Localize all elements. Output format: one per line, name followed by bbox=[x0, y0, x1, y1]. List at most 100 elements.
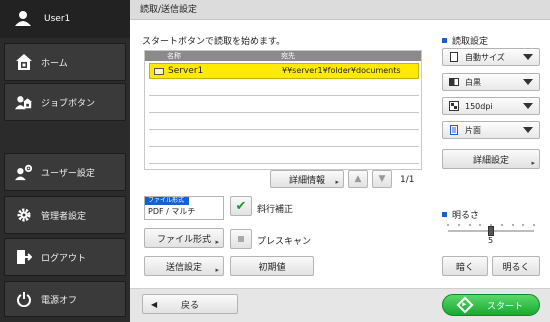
start-button[interactable]: スタート bbox=[442, 294, 540, 316]
sidebar-item-label: ホーム bbox=[41, 58, 68, 69]
start-icon bbox=[456, 296, 474, 314]
row-destination: ¥¥server1¥folder¥documents bbox=[282, 66, 401, 75]
skew-correction-label: 斜行補正 bbox=[257, 205, 294, 215]
user-name: User1 bbox=[44, 14, 71, 24]
reset-defaults-button[interactable]: 初期値 bbox=[230, 256, 314, 276]
brightness-slider[interactable]: 5 bbox=[442, 222, 540, 246]
file-format-button[interactable]: ファイル形式 bbox=[144, 228, 224, 248]
sidebar-item-label: 管理者設定 bbox=[41, 211, 87, 222]
slider-tick bbox=[447, 224, 449, 226]
scroll-down-button[interactable]: ▼ bbox=[372, 170, 392, 188]
table-row-empty[interactable] bbox=[149, 97, 419, 113]
scan-settings-title: 読取設定 bbox=[442, 34, 488, 47]
user-settings-icon bbox=[15, 163, 33, 181]
sidebar-item-logout[interactable]: ログアウト bbox=[4, 238, 126, 276]
sidebar-item-job-button[interactable]: ジョブボタン bbox=[4, 83, 126, 121]
page-title: 読取/送信設定 bbox=[130, 0, 550, 20]
paper-size-dropdown[interactable]: 自動サイズ bbox=[442, 48, 540, 66]
chevron-down-icon bbox=[523, 127, 533, 133]
details-label: 詳細情報 bbox=[288, 175, 325, 186]
resolution-value: 150dpi bbox=[465, 101, 493, 111]
sidebar-item-user-settings[interactable]: ユーザー設定 bbox=[4, 153, 126, 191]
skew-correction-checkbox[interactable]: ✔ bbox=[230, 196, 252, 216]
file-format-button-label: ファイル形式 bbox=[156, 234, 211, 245]
color-mode-value: 白黒 bbox=[465, 77, 481, 87]
checkmark-icon: ✔ bbox=[235, 198, 247, 214]
brightness-title: 明るさ bbox=[442, 208, 479, 221]
sidebar-item-label: ジョブボタン bbox=[41, 98, 96, 109]
sidebar-item-label: ユーザー設定 bbox=[41, 168, 95, 179]
sides-dropdown[interactable]: 片面 bbox=[442, 121, 540, 139]
power-icon bbox=[15, 290, 33, 308]
arrow-down-icon: ▼ bbox=[378, 174, 386, 184]
table-row-empty[interactable] bbox=[149, 114, 419, 130]
user-tile[interactable]: User1 bbox=[0, 0, 130, 38]
color-mode-dropdown[interactable]: 白黒 bbox=[442, 73, 540, 91]
darker-button[interactable]: 暗く bbox=[442, 256, 488, 276]
table-row[interactable]: Server1 ¥¥server1¥folder¥documents bbox=[149, 63, 419, 79]
resolution-icon bbox=[449, 101, 459, 111]
slider-tick bbox=[457, 224, 460, 226]
column-header-destination: 宛先 bbox=[281, 52, 295, 60]
user-icon bbox=[14, 10, 32, 29]
scroll-up-button[interactable]: ▲ bbox=[348, 170, 368, 188]
sidebar-item-power-off[interactable]: 電源オフ bbox=[4, 281, 126, 317]
home-icon bbox=[15, 53, 33, 71]
reset-defaults-label: 初期値 bbox=[258, 262, 286, 273]
prescan-checkbox[interactable] bbox=[230, 229, 252, 249]
sidebar-item-home[interactable]: ホーム bbox=[4, 43, 126, 81]
page-icon bbox=[449, 52, 459, 62]
file-format-display: ファイル形式 PDF / マルチ bbox=[144, 196, 224, 220]
section-marker-icon bbox=[442, 38, 447, 43]
back-arrow-icon: ◀ bbox=[151, 299, 158, 309]
color-mode-icon bbox=[449, 77, 459, 87]
details-button[interactable]: 詳細情報 bbox=[270, 170, 344, 188]
sidebar-item-label: ログアウト bbox=[41, 253, 87, 264]
lighter-label: 明るく bbox=[502, 262, 530, 273]
chevron-down-icon bbox=[523, 79, 533, 85]
slider-tick bbox=[468, 224, 471, 226]
back-label: 戻る bbox=[180, 300, 199, 311]
file-format-value: PDF / マルチ bbox=[148, 207, 196, 216]
table-row-empty[interactable] bbox=[149, 148, 419, 164]
detail-settings-label: 詳細設定 bbox=[472, 155, 509, 166]
table-row-empty[interactable] bbox=[149, 80, 419, 96]
arrow-up-icon: ▲ bbox=[354, 174, 362, 184]
prescan-label: プレスキャン bbox=[257, 237, 312, 247]
slider-tick bbox=[533, 224, 535, 226]
back-button[interactable]: ◀ 戻る bbox=[142, 294, 238, 314]
slider-tick bbox=[479, 224, 482, 226]
slider-thumb[interactable] bbox=[488, 226, 494, 236]
sidebar-item-admin-settings[interactable]: 管理者設定 bbox=[4, 196, 126, 234]
section-marker-icon bbox=[442, 212, 447, 217]
brightness-value: 5 bbox=[488, 236, 494, 245]
instruction-text: スタートボタンで読取を始めます。 bbox=[142, 37, 286, 47]
slider-tick bbox=[522, 224, 525, 226]
start-label: スタート bbox=[486, 301, 523, 312]
main-panel: 読取/送信設定 スタートボタンで読取を始めます。 名称 宛先 Server1 ¥… bbox=[130, 0, 550, 322]
resolution-dropdown[interactable]: 150dpi bbox=[442, 97, 540, 115]
checkbox-empty-icon bbox=[238, 236, 244, 242]
send-settings-button[interactable]: 送信設定 bbox=[144, 256, 224, 276]
job-button-icon bbox=[15, 93, 33, 111]
detail-settings-button[interactable]: 詳細設定 bbox=[442, 149, 540, 169]
column-header-name: 名称 bbox=[167, 52, 181, 60]
lighter-button[interactable]: 明るく bbox=[492, 256, 540, 276]
single-side-icon bbox=[449, 125, 459, 135]
scan-settings-title-text: 読取設定 bbox=[452, 37, 489, 47]
folder-icon bbox=[154, 68, 164, 75]
brightness-title-text: 明るさ bbox=[452, 211, 480, 221]
logout-icon bbox=[15, 248, 33, 266]
table-row-empty[interactable] bbox=[149, 131, 419, 147]
paper-size-value: 自動サイズ bbox=[465, 52, 505, 62]
chevron-down-icon bbox=[523, 54, 533, 60]
file-format-caption: ファイル形式 bbox=[145, 197, 189, 205]
slider-tick bbox=[500, 224, 503, 226]
table-header: 名称 宛先 bbox=[145, 51, 421, 61]
page-indicator: 1/1 bbox=[400, 175, 415, 185]
sides-value: 片面 bbox=[465, 125, 481, 135]
destination-table: 名称 宛先 Server1 ¥¥server1¥folder¥documents bbox=[144, 50, 422, 170]
chevron-down-icon bbox=[523, 103, 533, 109]
row-name: Server1 bbox=[168, 66, 204, 76]
send-settings-label: 送信設定 bbox=[165, 262, 202, 273]
